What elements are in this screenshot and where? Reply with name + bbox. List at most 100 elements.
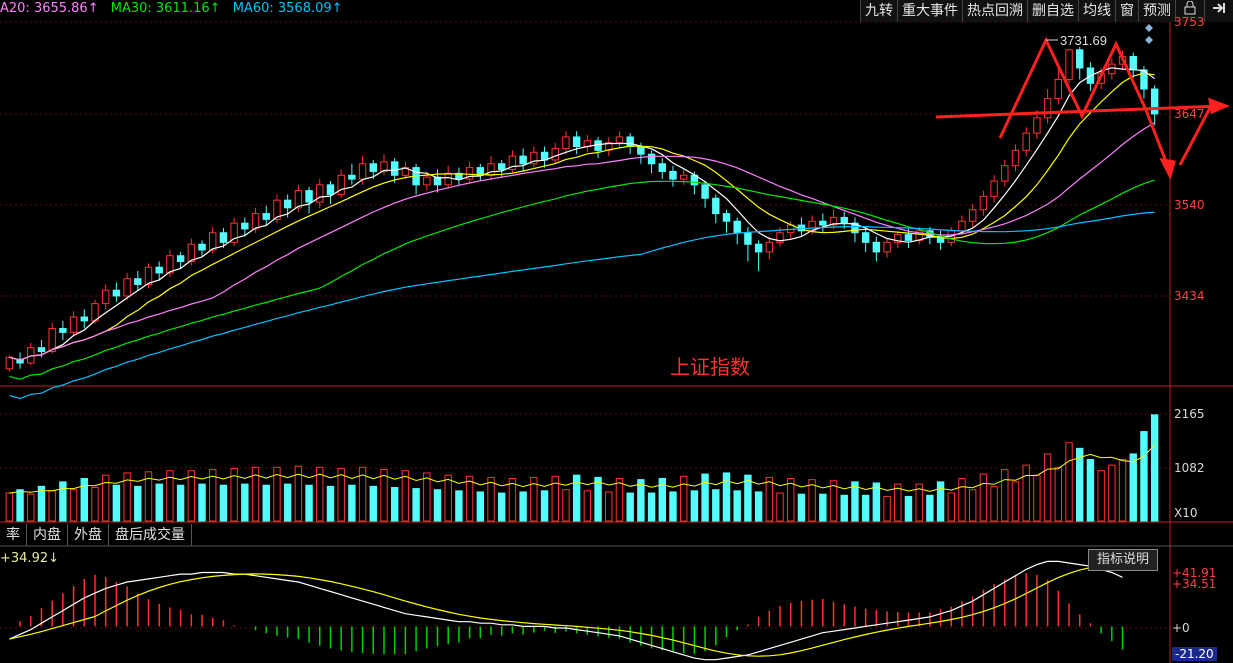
candle-body: [626, 136, 634, 148]
candle-body: [904, 234, 913, 241]
candle-body: [348, 174, 356, 180]
moving-average-button[interactable]: 均线: [1078, 0, 1115, 22]
volume-bar: [712, 489, 720, 522]
volume-bar: [851, 481, 859, 522]
tab-inner-volume[interactable]: 内盘: [27, 524, 68, 546]
volume-bar: [990, 485, 998, 522]
candle-body: [647, 153, 656, 165]
volume-bar: [883, 495, 891, 522]
tab-after-hours-volume[interactable]: 盘后成交量: [109, 524, 192, 546]
candle-body: [305, 190, 313, 203]
volume-bar: [305, 484, 313, 522]
candle-body: [187, 243, 196, 262]
candlestick-chart: 3731.69: [0, 21, 1233, 663]
volume-bar: [540, 490, 549, 522]
volume-bar: [926, 494, 934, 522]
macd-tick-3: +0: [1172, 621, 1190, 635]
volume-bar: [562, 489, 570, 522]
tab-outer-volume[interactable]: 外盘: [68, 524, 109, 546]
candle-body: [69, 316, 78, 333]
volume-bar: [776, 492, 784, 522]
indicator-help-button[interactable]: 指标说明: [1088, 549, 1159, 571]
volume-bar: [176, 484, 185, 522]
candle-body: [819, 220, 827, 226]
candle-body: [112, 289, 121, 297]
peak-marker: 3731.69: [1046, 33, 1107, 48]
volume-bar: [219, 484, 228, 522]
candle-body: [1033, 117, 1041, 134]
tab-major-events[interactable]: 重大事件: [897, 0, 962, 22]
candle-body: [498, 163, 506, 171]
candle-body: [840, 216, 848, 224]
volume-bar: [744, 474, 752, 522]
candle-body: [733, 220, 741, 234]
volume-bar: [476, 491, 485, 522]
volume-bar: [1022, 464, 1030, 522]
volume-bar: [455, 490, 463, 522]
volume-bar: [1097, 470, 1105, 522]
volume-bar: [1043, 453, 1052, 522]
window-button[interactable]: 窗: [1115, 0, 1138, 22]
candle-body: [701, 184, 709, 199]
tab-jiuzhuan[interactable]: 九转: [860, 0, 897, 22]
candle-body: [744, 232, 752, 245]
volume-bar: [1001, 469, 1009, 522]
volume-bar: [947, 492, 955, 522]
volume-bar: [498, 492, 506, 522]
volume-bar: [369, 485, 377, 522]
volume-bar: [904, 495, 913, 522]
volume-bar: [508, 478, 517, 522]
volume-bar: [968, 489, 977, 522]
ma-legend: A20: 3655.86↑ MA30: 3611.16↑ MA60: 3568.…: [0, 1, 351, 19]
candle-body: [679, 174, 688, 180]
candle-body: [326, 184, 335, 195]
candle-body: [615, 136, 624, 144]
volume-bar: [27, 493, 35, 522]
candle-body: [59, 328, 67, 333]
candle-body: [316, 184, 324, 203]
expand-icon[interactable]: [1204, 0, 1233, 22]
volume-bar: [861, 494, 870, 522]
volume-bar: [1129, 453, 1137, 522]
candle-body: [1129, 55, 1137, 71]
candle-body: [144, 266, 153, 285]
candle-body: [1150, 88, 1159, 115]
volume-bar: [283, 483, 292, 522]
candle-body: [390, 161, 399, 176]
volume-bar: [1065, 442, 1073, 522]
tab-hot-review[interactable]: 热点回溯: [962, 0, 1027, 22]
candle-body: [765, 241, 774, 253]
candle-body: [1001, 165, 1009, 182]
volume-tick-1: 2165: [1174, 407, 1205, 421]
volume-bar: [701, 473, 709, 522]
forecast-button[interactable]: 预测: [1138, 0, 1175, 22]
volume-bar: [5, 492, 14, 522]
volume-bar: [765, 476, 774, 522]
candle-body: [958, 220, 966, 232]
candle-body: [423, 176, 431, 186]
volume-unit: X10: [1174, 506, 1198, 520]
candle-body: [251, 213, 260, 230]
macd-current-value: +34.92↓: [0, 551, 60, 566]
volume-bar: [1033, 474, 1041, 522]
diamond-markers: [1145, 24, 1153, 44]
volume-bar: [423, 472, 431, 522]
volume-bar: [487, 476, 495, 522]
volume-bar: [401, 470, 410, 522]
candle-body: [337, 174, 345, 195]
candle-body: [369, 163, 377, 172]
volume-bar: [979, 473, 988, 522]
volume-bar: [1054, 466, 1063, 522]
volume-bar: [605, 491, 613, 522]
volume-bar: [48, 490, 56, 522]
tab-rate[interactable]: 率: [0, 524, 27, 546]
remove-watchlist-button[interactable]: 删自选: [1027, 0, 1078, 22]
candle-body: [1054, 78, 1063, 100]
volume-bar: [1118, 459, 1127, 522]
price-tick-3: 3540: [1174, 198, 1205, 212]
candle-body: [219, 232, 228, 243]
volume-bar: [433, 489, 442, 522]
volume-bar: [134, 485, 142, 522]
volume-bar: [797, 493, 806, 522]
candle-body: [637, 146, 645, 155]
